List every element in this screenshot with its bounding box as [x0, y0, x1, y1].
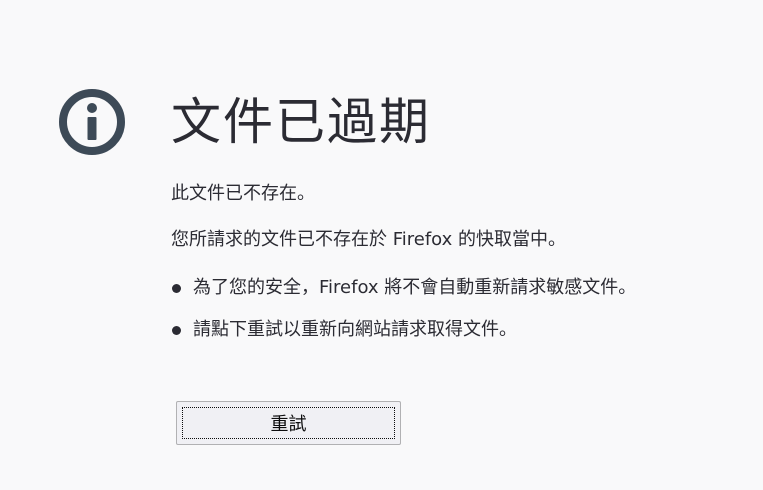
- error-content: 文件已過期 此文件已不存在。 您所請求的文件已不存在於 Firefox 的快取當…: [171, 84, 756, 358]
- long-description: 您所請求的文件已不存在於 Firefox 的快取當中。: [171, 229, 567, 250]
- info-icon: [59, 89, 125, 155]
- retry-button[interactable]: 重試: [176, 401, 401, 445]
- page-title: 文件已過期: [171, 93, 431, 151]
- list-item-text: 為了您的安全，Firefox 將不會自動重新請求敏感文件。: [193, 277, 637, 298]
- explanation-list: 為了您的安全，Firefox 將不會自動重新請求敏感文件。 請點下重試以重新向網…: [171, 274, 756, 344]
- bullet-icon: [172, 284, 181, 293]
- list-item: 為了您的安全，Firefox 將不會自動重新請求敏感文件。: [171, 274, 756, 302]
- list-item: 請點下重試以重新向網站請求取得文件。: [171, 316, 756, 344]
- list-item-text: 請點下重試以重新向網站請求取得文件。: [193, 319, 517, 340]
- error-page: 文件已過期 此文件已不存在。 您所請求的文件已不存在於 Firefox 的快取當…: [0, 0, 763, 490]
- short-description: 此文件已不存在。: [171, 183, 315, 204]
- bullet-icon: [172, 326, 181, 335]
